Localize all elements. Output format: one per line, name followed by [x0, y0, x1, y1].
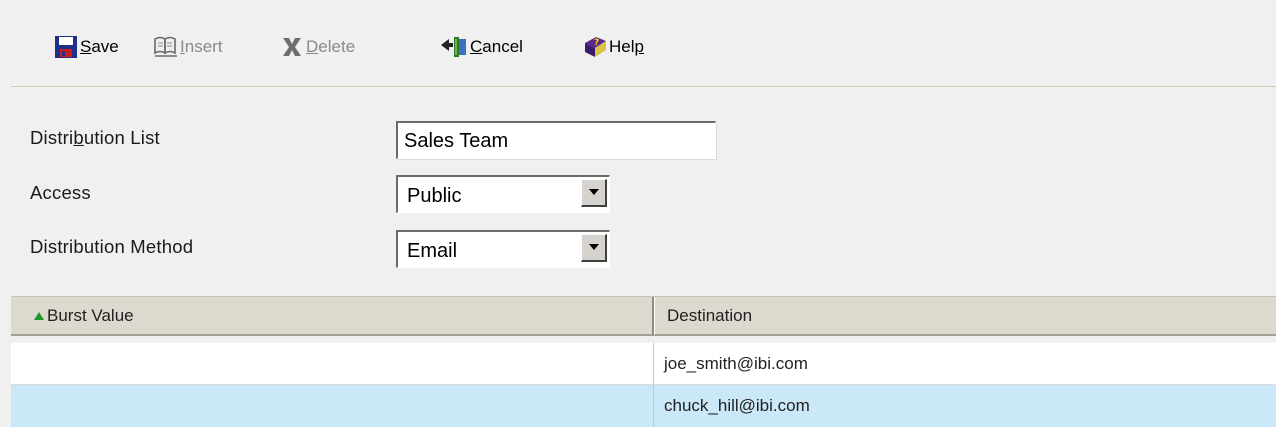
insert-label: nsert: [184, 37, 223, 56]
distribution-list-label-part2: ution List: [83, 127, 160, 148]
destination-cell[interactable]: joe_smith@ibi.com: [655, 343, 1276, 385]
access-dropdown-button[interactable]: [581, 179, 607, 207]
grid-header: Burst Value Destination: [11, 296, 1276, 336]
save-button[interactable]: Save: [53, 35, 119, 59]
chevron-down-icon: [589, 189, 599, 195]
delete-x-icon: [279, 35, 305, 59]
cancel-label-mnemonic: C: [470, 37, 483, 56]
delete-label: elete: [318, 37, 356, 56]
column-header-burst-value-label: Burst Value: [47, 306, 134, 325]
svg-text:?: ?: [594, 38, 599, 48]
distribution-method-label: Distribution Method: [30, 236, 194, 257]
delete-label-mnemonic: D: [306, 37, 319, 56]
help-label: Hel: [609, 37, 635, 56]
save-label: ave: [91, 37, 119, 56]
chevron-down-icon: [589, 244, 599, 250]
help-book-icon: ?: [582, 35, 608, 59]
distribution-list-editor: Save Insert Delete Cancel ? Help Distrib…: [0, 0, 1276, 427]
help-label-mnemonic: p: [634, 37, 644, 56]
insert-button[interactable]: Insert: [153, 35, 223, 59]
save-label-mnemonic: S: [80, 37, 92, 56]
distribution-list-label-part1: Distri: [30, 127, 74, 148]
table-row[interactable]: joe_smith@ibi.com: [11, 343, 1276, 385]
delete-button[interactable]: Delete: [279, 35, 355, 59]
insert-book-icon: [153, 35, 179, 59]
access-select[interactable]: Public: [396, 175, 610, 213]
distribution-list-label: Distribution List: [30, 127, 160, 149]
column-header-destination[interactable]: Destination: [667, 297, 1267, 335]
floppy-disk-icon: [53, 35, 79, 59]
column-header-destination-label: Destination: [667, 306, 753, 325]
access-select-value: Public: [407, 185, 462, 207]
cancel-button[interactable]: Cancel: [439, 35, 523, 59]
cancel-label: ancel: [482, 37, 523, 56]
help-button[interactable]: ? Help: [582, 35, 644, 59]
sort-ascending-icon: [34, 312, 44, 320]
distribution-method-dropdown-button[interactable]: [581, 234, 607, 262]
distribution-list-input[interactable]: Sales Team: [396, 121, 716, 159]
access-label: Access: [30, 182, 91, 203]
grid-body: joe_smith@ibi.com chuck_hill@ibi.com: [11, 340, 1276, 427]
column-header-burst-value[interactable]: Burst Value: [34, 297, 644, 335]
column-resize-handle[interactable]: [652, 297, 655, 335]
distribution-method-select-value: Email: [407, 240, 458, 262]
distribution-method-select[interactable]: Email: [396, 230, 610, 268]
distribution-list-label-mnemonic: b: [73, 127, 84, 148]
cell-divider: [653, 385, 654, 427]
table-row-selected[interactable]: chuck_hill@ibi.com: [11, 385, 1276, 427]
destination-cell[interactable]: chuck_hill@ibi.com: [655, 385, 1276, 427]
cell-divider: [653, 343, 654, 385]
burst-value-cell[interactable]: [21, 385, 652, 427]
burst-value-cell[interactable]: [21, 343, 652, 385]
toolbar: Save Insert Delete Cancel ? Help: [11, 8, 1276, 87]
cancel-undo-icon: [439, 35, 469, 59]
